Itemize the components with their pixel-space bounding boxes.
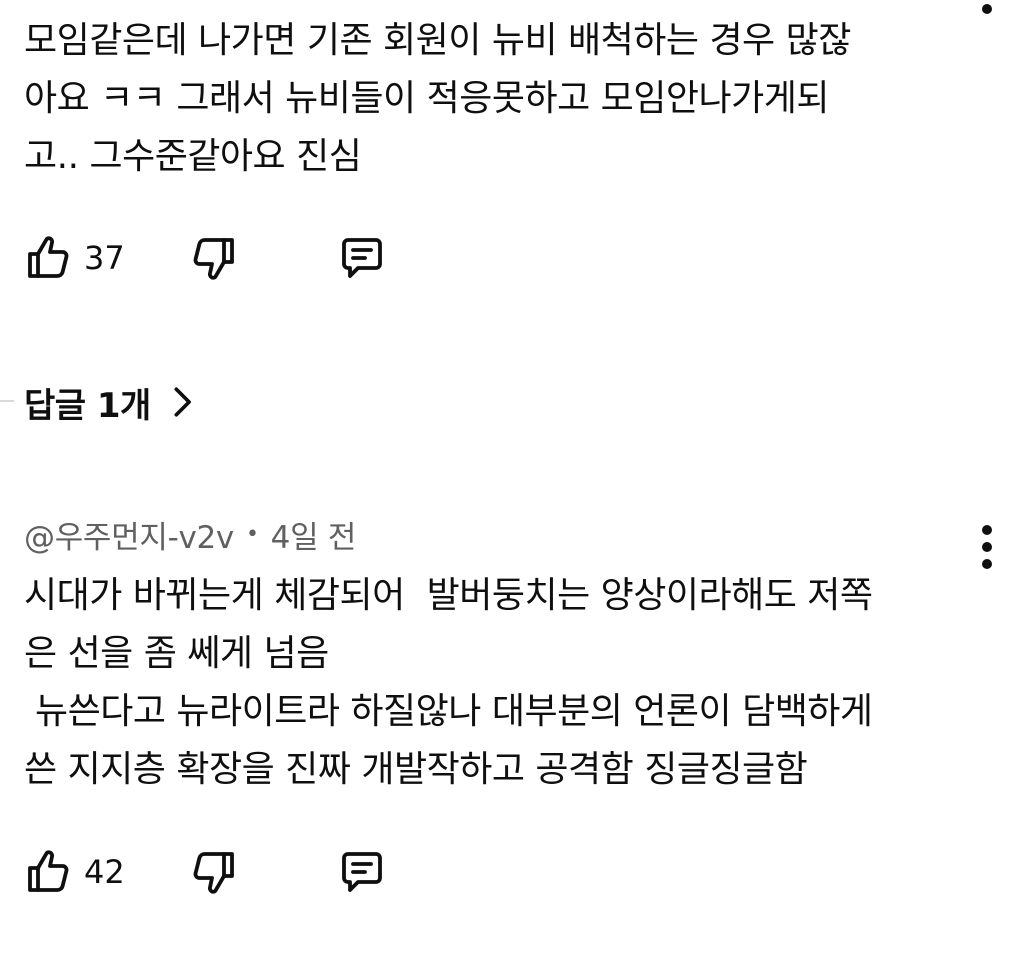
comment-second-text: 시대가 바뀌는게 체감되어 발버둥치는 양상이라해도 저쪽 은 선을 좀 쎄게 … (24, 575, 873, 790)
comment-second-reply-button[interactable] (338, 846, 386, 898)
comment-second-like-button[interactable]: 42 (24, 846, 144, 898)
comment-reply-icon (342, 238, 382, 278)
comment-reply-icon (342, 852, 382, 892)
more-vertical-icon (982, 525, 992, 535)
thumb-down-icon (193, 852, 234, 894)
thumb-up-icon (28, 236, 69, 278)
comment-second-like-count: 42 (84, 853, 125, 891)
comment-second-header: @우주먼지-v2v • 4일 전 (24, 512, 356, 556)
thumb-up-icon (28, 850, 69, 892)
comment-top-like-button[interactable]: 37 (24, 232, 144, 284)
comment-second-more-button[interactable] (977, 525, 997, 569)
comment-timestamp[interactable]: 4일 전 (271, 512, 357, 557)
comment-second-actions: 42 (24, 846, 386, 898)
chevron-right-icon (174, 387, 191, 417)
header-separator: • (245, 521, 259, 547)
comment-top-text: 모임같은데 나가면 기존 회원이 뉴비 배척하는 경우 많잖 아요 ㅋㅋ 그래서… (24, 20, 851, 177)
comments-panel: 모임같은데 나가면 기존 회원이 뉴비 배척하는 경우 많잖 아요 ㅋㅋ 그래서… (0, 0, 1034, 953)
comment-top-dislike-button[interactable] (190, 232, 238, 284)
comment-second-dislike-button[interactable] (190, 846, 238, 898)
comment-top-more-button[interactable] (977, 0, 997, 14)
reply-thread-line (0, 400, 14, 402)
replies-toggle-label: 답글 1개 (24, 385, 151, 426)
comment-top-actions: 37 (24, 232, 386, 284)
thumb-down-icon (193, 238, 234, 280)
comment-author[interactable]: @우주먼지-v2v (24, 512, 234, 557)
comment-top-like-count: 37 (84, 239, 125, 277)
comment-top-reply-button[interactable] (338, 232, 386, 284)
replies-toggle-button[interactable]: 답글 1개 (24, 376, 199, 428)
